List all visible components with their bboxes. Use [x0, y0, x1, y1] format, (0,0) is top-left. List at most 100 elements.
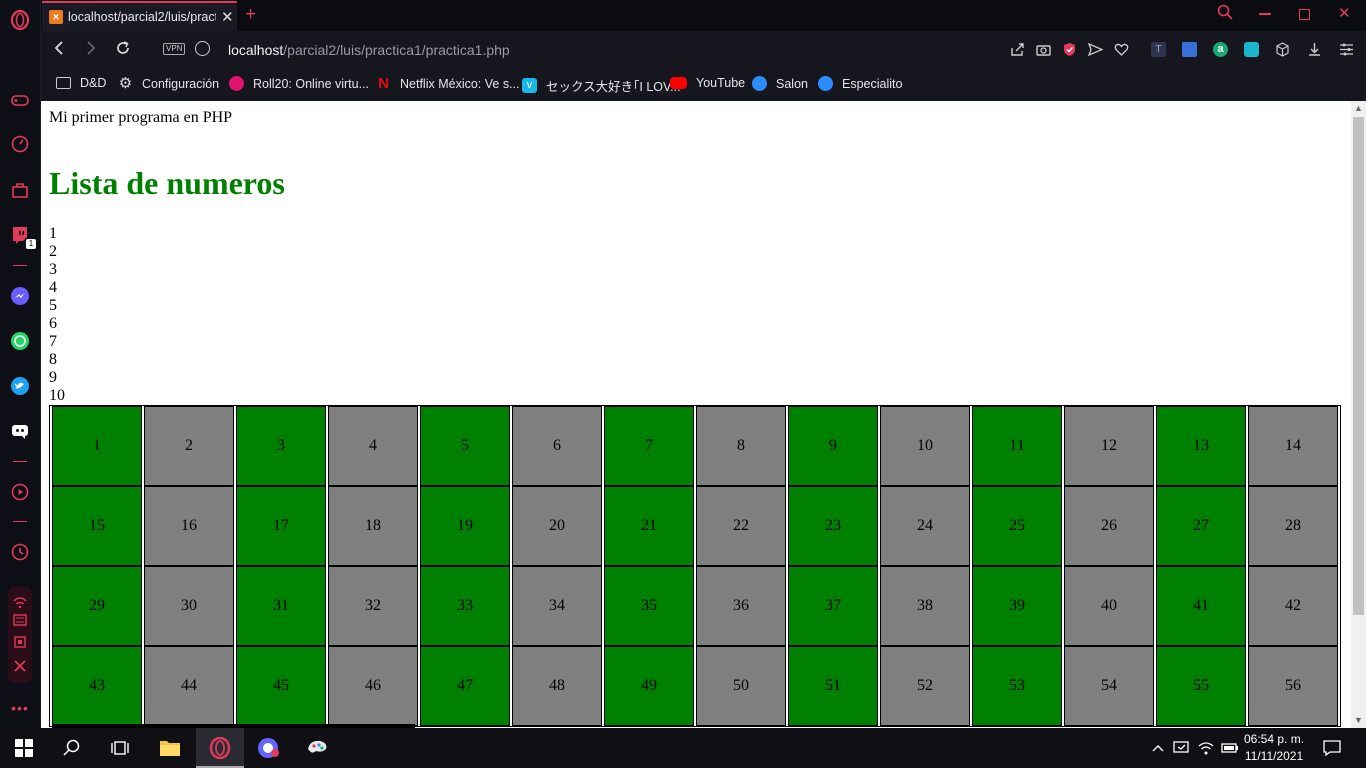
window-close-icon[interactable]: ✕ — [1338, 4, 1351, 22]
download-icon[interactable] — [1307, 42, 1322, 57]
paint-app-icon[interactable] — [306, 736, 330, 760]
table-cell: 32 — [328, 566, 418, 646]
gear-icon: ⚙ — [118, 75, 133, 92]
tab-close-icon[interactable]: ✕ — [221, 8, 234, 26]
bookmark-label: Netflix México: Ve s... — [400, 76, 520, 91]
scroll-down-arrow-icon[interactable]: ▼ — [1354, 715, 1363, 725]
url-field[interactable]: localhost/parcial2/luis/practica1/practi… — [228, 42, 510, 58]
number-list-item: 1 — [49, 225, 57, 242]
youtube-icon — [670, 77, 687, 89]
bookmark-especialito[interactable]: Especialito — [818, 76, 902, 91]
sidebar-divider — [13, 265, 27, 266]
sidebar-divider — [13, 521, 27, 522]
table-cell: 13 — [1156, 406, 1246, 486]
scrollbar-thumb[interactable] — [1353, 117, 1364, 615]
translator-t-icon[interactable]: T — [1151, 42, 1166, 57]
vpn-badge[interactable]: VPN — [163, 43, 186, 55]
camera-snapshot-icon[interactable] — [1036, 42, 1051, 57]
table-cell: 20 — [512, 486, 602, 566]
twitter-icon[interactable] — [10, 376, 30, 396]
table-cell: 12 — [1064, 406, 1154, 486]
scroll-up-arrow-icon[interactable]: ▲ — [1354, 103, 1363, 113]
whatsapp-icon[interactable] — [10, 331, 30, 351]
heart-icon[interactable] — [1114, 42, 1129, 57]
display-switch-icon[interactable] — [1172, 736, 1192, 760]
gamepad-app-icon[interactable] — [257, 736, 281, 760]
folder-icon — [56, 77, 71, 89]
opera-gx-taskbar-icon[interactable] — [208, 736, 232, 760]
search-tabs-icon[interactable] — [1217, 4, 1233, 24]
translate-icon[interactable] — [1182, 42, 1197, 57]
table-cell: 53 — [972, 646, 1062, 726]
bookmark-salon[interactable]: Salon — [752, 76, 808, 91]
table-cell: 21 — [604, 486, 694, 566]
speed-dial-icon[interactable] — [10, 134, 30, 154]
windows-start-icon[interactable] — [12, 736, 36, 760]
tab-strip: ✕ localhost/parcial2/luis/practica1/prac… — [41, 0, 1366, 31]
file-explorer-icon[interactable] — [158, 736, 182, 760]
table-cell: 17 — [236, 486, 326, 566]
table-cell: 16 — [144, 486, 234, 566]
table-cell: 38 — [880, 566, 970, 646]
messenger-icon[interactable] — [10, 286, 30, 306]
gamepad-icon[interactable] — [10, 90, 30, 110]
tab-title: localhost/parcial2/luis/practica1/practi… — [68, 10, 216, 24]
search-icon[interactable] — [60, 736, 84, 760]
bookmark-label: YouTube — [696, 76, 746, 90]
table-cell: 9 — [788, 406, 878, 486]
minimize-icon[interactable] — [1259, 13, 1271, 15]
back-arrow-icon[interactable] — [52, 40, 66, 61]
reload-icon[interactable] — [115, 40, 131, 61]
table-cell: 19 — [420, 486, 510, 566]
send-flow-icon[interactable] — [1087, 42, 1104, 57]
bookmark-label: Salon — [776, 76, 808, 91]
table-cell: 11 — [972, 406, 1062, 486]
restore-icon[interactable] — [1299, 9, 1310, 20]
clock-date: 11/11/2021 — [1244, 749, 1304, 763]
bookmark-roll20[interactable]: Roll20: Online virtu... — [229, 76, 369, 91]
adblock-shield-icon[interactable] — [1062, 42, 1077, 57]
table-cell: 24 — [880, 486, 970, 566]
wifi-icon[interactable] — [1196, 736, 1216, 760]
bookmark-dnd[interactable]: D&D — [56, 76, 106, 90]
amazon-assistant-icon[interactable]: a — [1213, 42, 1228, 57]
table-cell: 33 — [420, 566, 510, 646]
share-icon[interactable] — [1010, 42, 1025, 57]
vertical-scrollbar[interactable]: ▲ ▼ — [1351, 101, 1366, 728]
table-cell: 43 — [52, 646, 142, 726]
table-cell: 37 — [788, 566, 878, 646]
system-clock[interactable]: 06:54 p. m. 11/11/2021 — [1244, 731, 1304, 765]
table-cell: 41 — [1156, 566, 1246, 646]
bookmark-label: Configuración — [142, 76, 220, 91]
bookmark-vimeo[interactable]: v セックス大好き｢I LOV... — [522, 76, 681, 95]
opera-logo-icon[interactable] — [10, 10, 30, 30]
forward-arrow-icon[interactable] — [84, 40, 98, 61]
number-list-item: 4 — [49, 279, 57, 296]
extensions-cube-icon[interactable] — [1275, 42, 1290, 57]
player-icon[interactable] — [10, 482, 30, 502]
table-cell: 42 — [1248, 566, 1338, 646]
table-cell: 8 — [696, 406, 786, 486]
notification-badge: 1 — [26, 239, 36, 249]
bookmark-configuracion[interactable]: ⚙ Configuración — [118, 76, 219, 91]
table-cell: 39 — [972, 566, 1062, 646]
gx-control-panel[interactable] — [8, 587, 32, 683]
battery-icon[interactable] — [1220, 736, 1240, 760]
extension-feather-icon[interactable] — [1244, 42, 1259, 57]
bookmark-netflix[interactable]: N Netflix México: Ve s... — [376, 76, 519, 91]
more-options-icon[interactable]: ••• — [10, 698, 30, 718]
tab-active[interactable]: ✕ localhost/parcial2/luis/practica1/prac… — [42, 1, 237, 31]
easy-setup-icon[interactable] — [1339, 42, 1354, 57]
table-cell: 25 — [972, 486, 1062, 566]
table-cell: 26 — [1064, 486, 1154, 566]
notifications-icon[interactable] — [1320, 736, 1344, 760]
history-clock-icon[interactable] — [10, 542, 30, 562]
bookmark-youtube[interactable]: YouTube — [670, 76, 745, 90]
globe-icon[interactable] — [195, 41, 210, 56]
shopping-bag-icon[interactable] — [10, 180, 30, 200]
new-tab-plus-icon[interactable]: + — [245, 4, 256, 26]
discord-icon[interactable] — [10, 421, 30, 441]
table-cell: 23 — [788, 486, 878, 566]
chevron-up-icon[interactable] — [1148, 736, 1168, 760]
task-view-icon[interactable] — [108, 736, 132, 760]
